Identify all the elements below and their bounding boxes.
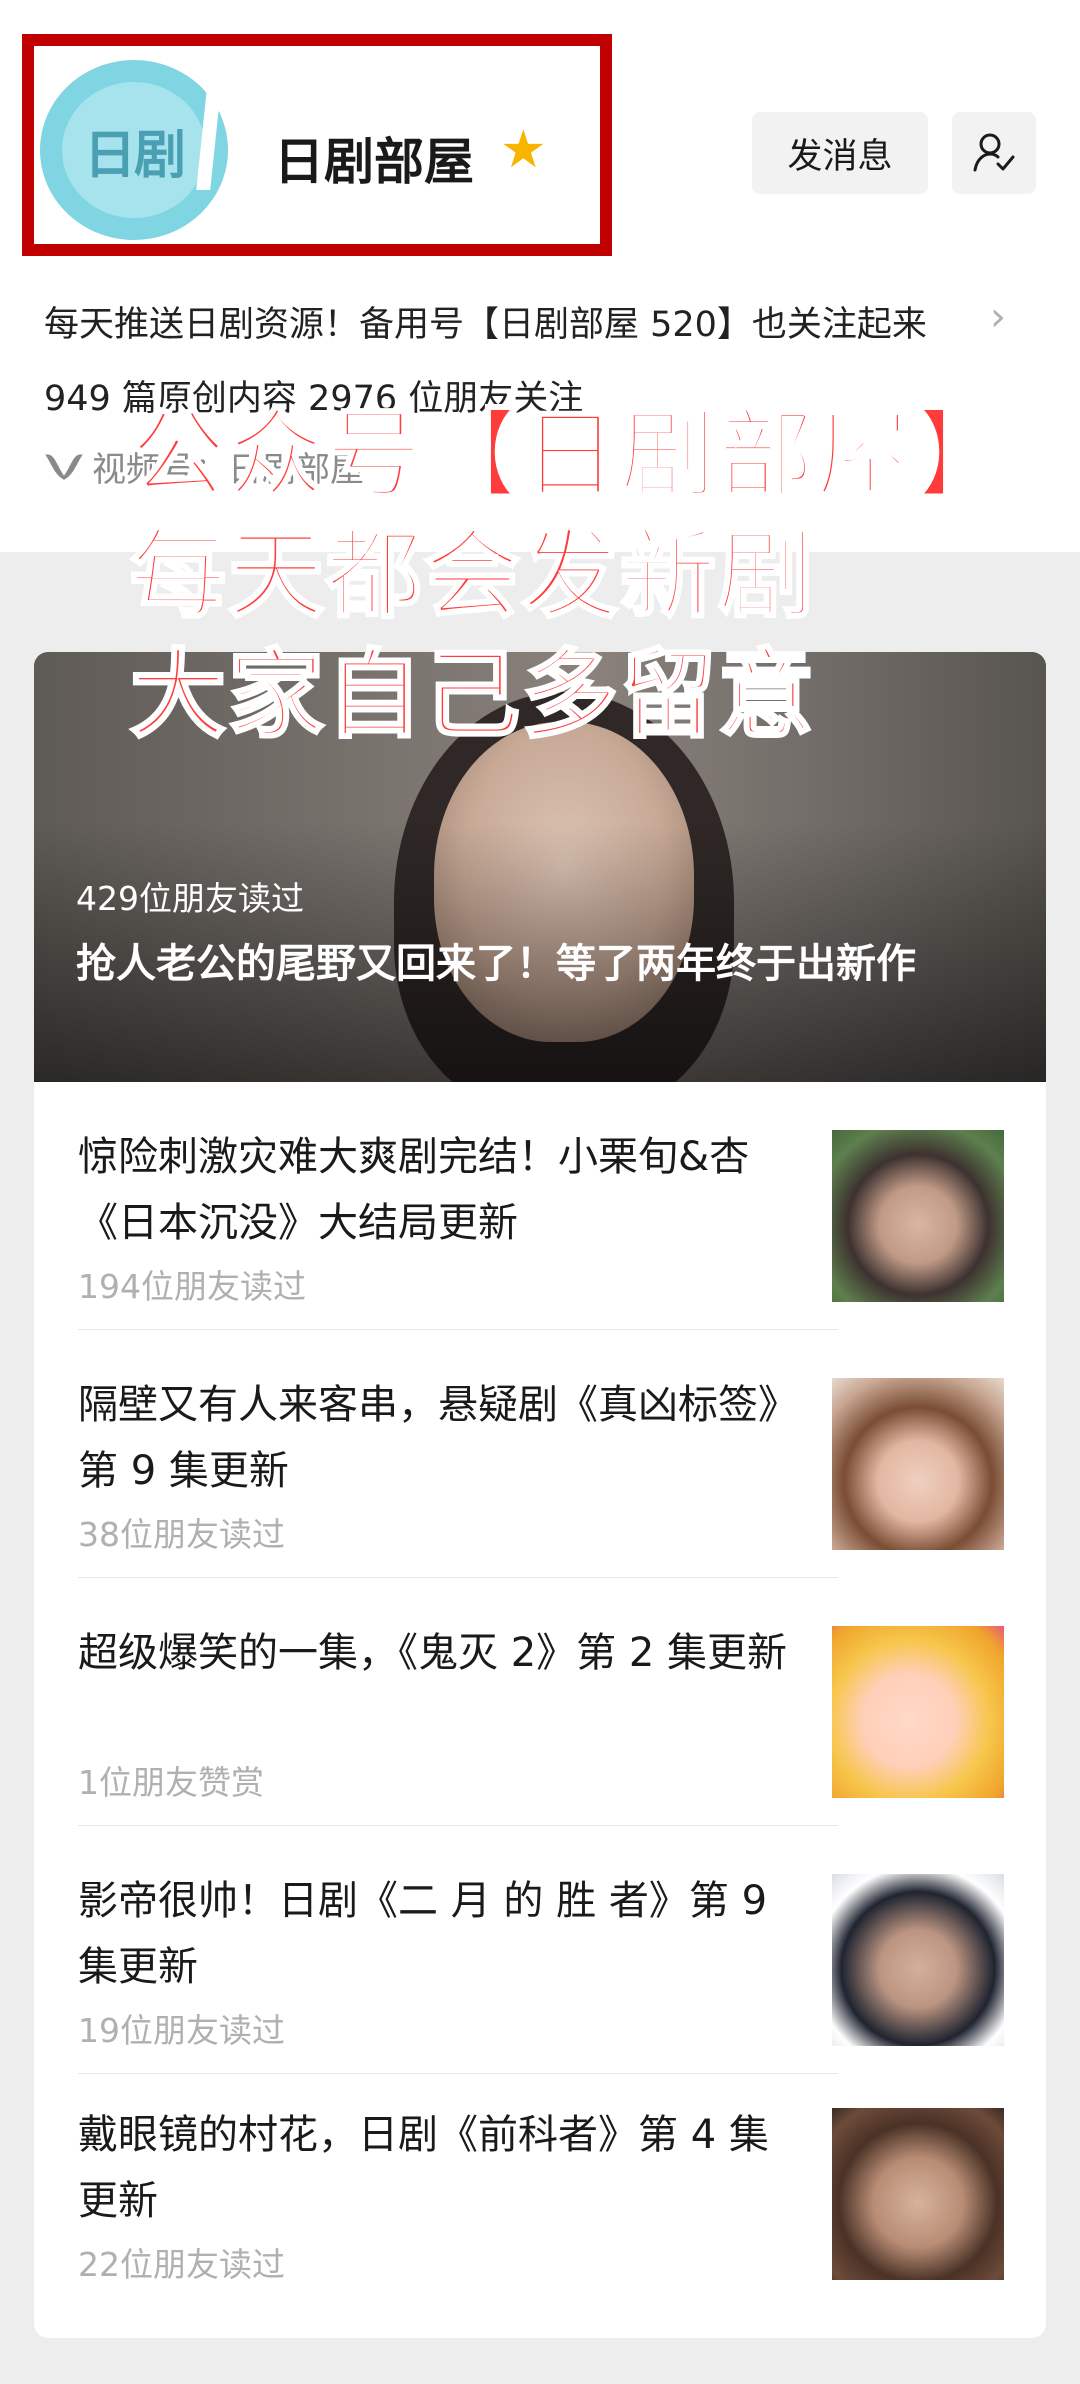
article-thumbnail [832, 1626, 1004, 1798]
account-description[interactable]: 每天推送日剧资源！备用号【日剧部屋 520】也关注起来 [44, 296, 927, 347]
article-thumbnail [832, 2108, 1004, 2280]
list-item[interactable]: 惊险刺激灾难大爽剧完结！小栗旬&杏《日本沉没》大结局更新 194位朋友读过 [34, 1082, 1046, 1330]
article-title: 戴眼镜的村花，日剧《前科者》第 4 集更新 [78, 2112, 769, 2224]
article-meta: 194位朋友读过 [78, 1267, 306, 1306]
list-item[interactable]: 戴眼镜的村花，日剧《前科者》第 4 集更新 22位朋友读过 [34, 2060, 1046, 2308]
article-title: 惊险刺激灾难大爽剧完结！小栗旬&杏《日本沉没》大结局更新 [78, 1134, 750, 1246]
article-thumbnail [832, 1378, 1004, 1550]
follow-button[interactable] [952, 112, 1036, 194]
article-title: 超级爆笑的一集，《鬼灭 2》第 2 集更新 [78, 1630, 788, 1676]
article-thumbnail [832, 1130, 1004, 1302]
chevron-right-icon[interactable]: › [990, 294, 1006, 340]
article-meta: 22位朋友读过 [78, 2245, 285, 2284]
featured-read-count: 429位朋友读过 [76, 879, 304, 918]
overlay-caption-line: 每天都会发新剧 [129, 519, 816, 632]
article-title: 隔壁又有人来客串，悬疑剧《真凶标签》第 9 集更新 [78, 1382, 798, 1494]
list-item[interactable]: 隔壁又有人来客串，悬疑剧《真凶标签》第 9 集更新 38位朋友读过 [34, 1330, 1046, 1578]
article-list: 惊险刺激灾难大爽剧完结！小栗旬&杏《日本沉没》大结局更新 194位朋友读过 隔壁… [34, 1082, 1046, 2338]
article-title: 影帝很帅！日剧《二 月 的 胜 者》第 9 集更新 [78, 1878, 768, 1990]
list-item[interactable]: 超级爆笑的一集，《鬼灭 2》第 2 集更新 1位朋友赞赏 [34, 1578, 1046, 1826]
red-highlight-box [22, 34, 612, 256]
article-meta: 1位朋友赞赏 [78, 1763, 264, 1802]
article-thumbnail [832, 1874, 1004, 2046]
send-message-label: 发消息 [787, 136, 893, 177]
send-message-button[interactable]: 发消息 [752, 112, 928, 194]
article-meta: 38位朋友读过 [78, 1515, 285, 1554]
overlay-caption-line: 大家自己多留意 [129, 639, 816, 752]
article-meta: 19位朋友读过 [78, 2011, 285, 2050]
video-channel-icon [45, 453, 83, 480]
user-check-icon [973, 133, 1015, 172]
overlay-caption-line: 公众号【日剧部屋】 [129, 399, 1012, 512]
featured-title: 抢人老公的尾野又回来了！等了两年终于出新作 [76, 941, 916, 987]
list-item[interactable]: 影帝很帅！日剧《二 月 的 胜 者》第 9 集更新 19位朋友读过 [34, 1826, 1046, 2074]
